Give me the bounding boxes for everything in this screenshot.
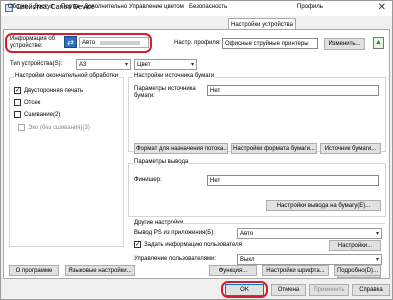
- staple-checkbox[interactable]: [14, 111, 21, 118]
- chevron-down-icon: ▾: [124, 62, 128, 68]
- tab-ports[interactable]: Порты: [59, 3, 81, 13]
- staple-label: Сшивание(2): [24, 112, 61, 118]
- paper-source-button[interactable]: Источник бумаги...: [320, 143, 381, 154]
- paper-source-title: Настройки источника бумаги: [133, 73, 216, 79]
- color-mode-select[interactable]: Цвет ▾: [134, 59, 197, 70]
- profile-field: Офисные струйные принтеры: [222, 38, 318, 49]
- paper-size-select[interactable]: A3 ▾: [76, 59, 131, 70]
- tab-advanced[interactable]: Дополнительно: [82, 3, 129, 13]
- chevron-down-icon: ▾: [375, 231, 379, 237]
- user-mgmt-label: Управление пользователями:: [134, 256, 217, 262]
- user-info-settings-button[interactable]: Настройки...: [329, 240, 381, 251]
- ok-button[interactable]: OK: [225, 284, 264, 296]
- paper-size-value: A3: [79, 62, 87, 68]
- profile-label: Настр. профиля:: [174, 40, 221, 46]
- tab-sharing[interactable]: Доступ: [32, 3, 56, 13]
- user-mgmt-select[interactable]: Выкл ▾: [237, 254, 382, 265]
- paper-source-label-line2: бумаги:: [134, 93, 155, 99]
- user-info-checkbox[interactable]: ✓: [134, 241, 141, 248]
- ps-output-value: Авто: [240, 231, 254, 237]
- apply-button[interactable]: Применить: [309, 284, 349, 296]
- close-icon[interactable]: ✕: [378, 2, 386, 13]
- language-settings-button[interactable]: Языковые настройки...: [65, 265, 135, 276]
- device-type-label: Тип устройства(S):: [10, 61, 63, 67]
- tab-security[interactable]: Безопасность: [187, 3, 229, 13]
- details-button[interactable]: Подробно(D)...: [334, 265, 381, 276]
- user-info-label: Задать информацию пользователя: [144, 242, 242, 248]
- tab-profile[interactable]: Профиль: [295, 3, 325, 13]
- tab-color-management[interactable]: Управление цветом: [127, 3, 186, 13]
- font-settings-button[interactable]: Настройки шрифта...: [262, 265, 329, 276]
- change-profile-button[interactable]: Изменить...: [324, 38, 365, 50]
- finisher-field: Нет: [207, 175, 379, 186]
- eco-checkbox[interactable]: [18, 124, 25, 131]
- finisher-label: Финишер:: [134, 177, 162, 183]
- properties-dialog: Свойства: Canon Device ✕ Общие Доступ По…: [0, 0, 393, 300]
- tab-general[interactable]: Общие: [6, 3, 30, 13]
- output-settings-button[interactable]: Настройки вывода на бумагу(Е)...: [266, 200, 381, 211]
- duplex-label: Двусторонняя печать: [24, 88, 84, 94]
- finishing-title: Настройки окончательной обработки: [14, 73, 120, 79]
- eco-label: Эко (без сшивания)(3): [28, 125, 90, 131]
- highlight-ring-device-info: [5, 33, 152, 53]
- about-button[interactable]: О программе: [9, 265, 59, 276]
- cancel-button[interactable]: Отмена: [271, 284, 306, 296]
- user-mgmt-value: Выкл: [240, 257, 255, 263]
- punch-checkbox[interactable]: [14, 99, 21, 106]
- device-settings-panel: Информация об устройстве: ⇄ Авто Настр. …: [3, 29, 390, 279]
- output-title: Параметры вывода: [133, 159, 190, 165]
- chevron-down-icon: ▾: [375, 257, 379, 263]
- punch-label: Отсек: [24, 100, 41, 106]
- format-for-source-button[interactable]: Формат для назначения потока...: [134, 143, 228, 154]
- other-settings-divider: [170, 223, 385, 224]
- paper-format-settings-button[interactable]: Настройки формата бумаги...: [231, 143, 317, 154]
- color-mode-value: Цвет: [137, 62, 151, 68]
- profile-edit-icon[interactable]: ▲: [373, 37, 384, 49]
- paper-source-field: Нет: [207, 85, 379, 96]
- functions-button[interactable]: Функция...: [209, 265, 257, 276]
- ps-output-select[interactable]: Авто ▾: [237, 228, 382, 239]
- chevron-down-icon: ▾: [190, 62, 194, 68]
- ps-output-label: Вывод PS из приложения(Б):: [134, 230, 215, 236]
- help-button[interactable]: Справка: [352, 284, 390, 296]
- duplex-checkbox[interactable]: ✓: [14, 87, 21, 94]
- paper-source-label-line1: Параметры источника: [134, 86, 196, 92]
